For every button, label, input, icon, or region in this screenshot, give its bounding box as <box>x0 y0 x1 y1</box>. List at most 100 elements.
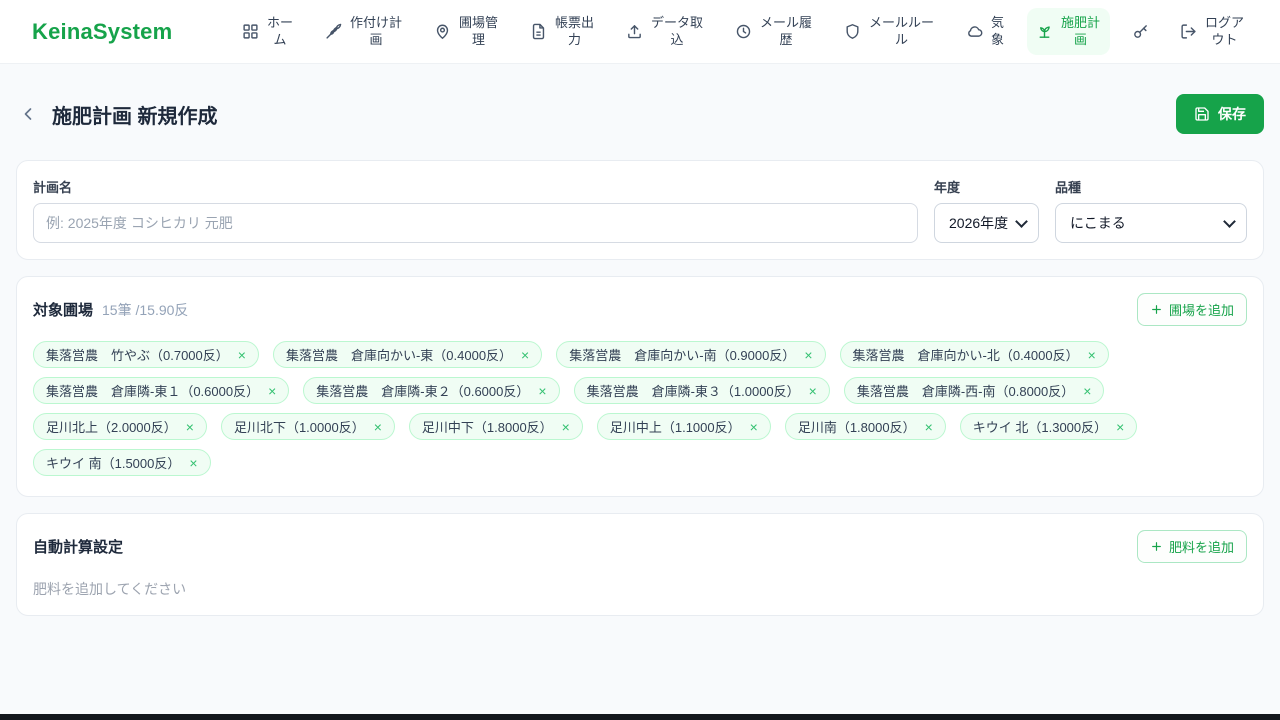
nav-item-field-management[interactable]: 圃場管理 <box>425 8 508 55</box>
remove-field-icon[interactable]: × <box>268 384 276 398</box>
grid-icon <box>242 23 259 40</box>
field-tag: 集落営農 倉庫向かい-北（0.4000反） × <box>839 341 1109 368</box>
field-tag-label: 足川南（1.8000反） <box>797 420 916 435</box>
add-field-label: 圃場を追加 <box>1168 303 1234 318</box>
fields-count: 15筆 /15.90反 <box>102 301 189 318</box>
remove-field-icon[interactable]: × <box>521 348 529 362</box>
nav-item-data-import[interactable]: データ取込 <box>617 8 713 55</box>
back-button[interactable] <box>18 104 38 124</box>
nav-label: ログアウト <box>1204 15 1244 47</box>
wheat-icon <box>325 23 342 40</box>
field-tag: 足川中下（1.8000反） × <box>408 413 583 440</box>
year-select[interactable]: 2026年度 <box>934 203 1039 243</box>
shield-icon <box>844 23 861 40</box>
nav-item-weather[interactable]: 気象 <box>957 8 1014 55</box>
add-fertilizer-label: 肥料を追加 <box>1168 540 1234 555</box>
app-logo: KeinaSystem <box>32 18 173 44</box>
nav-label: データ取込 <box>650 15 703 47</box>
field-tag-label: 足川中上（1.1000反） <box>609 420 741 435</box>
nav-item-mail-history[interactable]: メール履歴 <box>726 8 822 55</box>
nav-label: 施肥計画 <box>1060 15 1100 47</box>
remove-field-icon[interactable]: × <box>1088 348 1096 362</box>
map-pin-icon <box>434 23 451 40</box>
save-button[interactable]: 保存 <box>1176 94 1264 134</box>
sprout-icon <box>1036 23 1053 40</box>
add-fertilizer-button[interactable]: 肥料を追加 <box>1136 530 1247 563</box>
field-tag-label: 集落営農 倉庫隣-東１（0.6000反） <box>46 384 260 399</box>
remove-field-icon[interactable]: × <box>750 420 758 434</box>
field-tag: 集落営農 倉庫隣-西-南（0.8000反） × <box>843 377 1105 404</box>
nav-item-home[interactable]: ホーム <box>233 8 303 55</box>
upload-icon <box>626 23 643 40</box>
remove-field-icon[interactable]: × <box>1116 420 1124 434</box>
year-select-wrap: 2026年度 <box>934 203 1039 243</box>
nav-label: 気象 <box>990 15 1004 47</box>
history-clock-icon <box>735 23 752 40</box>
field-tag-label: 足川中下（1.8000反） <box>421 420 553 435</box>
bottom-edge-bar <box>0 714 1280 720</box>
nav-label: メールルール <box>868 15 934 47</box>
remove-field-icon[interactable]: × <box>189 456 197 470</box>
nav-item-mail-rules[interactable]: メールルール <box>835 8 944 55</box>
field-tag-label: 集落営農 竹やぶ（0.7000反） <box>46 348 229 363</box>
field-tag: 集落営農 倉庫隣-東３（1.0000反） × <box>573 377 830 404</box>
field-tag-label: 集落営農 倉庫向かい-北（0.4000反） <box>852 348 1079 363</box>
nav-item-fertilization-plan[interactable]: 施肥計画 <box>1027 8 1110 55</box>
field-tag: 足川中上（1.1000反） × <box>596 413 771 440</box>
nav-item-logout[interactable]: ログアウト <box>1171 8 1254 55</box>
plan-name-label: 計画名 <box>33 180 73 195</box>
field-tag-label: 足川北下（1.0000反） <box>233 420 365 435</box>
chevron-left-icon <box>18 104 38 124</box>
nav-label: 帳票出力 <box>554 15 594 47</box>
remove-field-icon[interactable]: × <box>186 420 194 434</box>
remove-field-icon[interactable]: × <box>804 348 812 362</box>
plan-name-input[interactable] <box>33 203 918 243</box>
main-nav: ホーム 作付け計画 圃場管理 帳票出力 データ取込 メール履歴 メールルール 気… <box>233 8 1254 55</box>
field-tag-label: 集落営農 倉庫隣-東３（1.0000反） <box>586 384 800 399</box>
nav-item-report-output[interactable]: 帳票出力 <box>521 8 604 55</box>
save-button-label: 保存 <box>1218 106 1246 122</box>
top-nav-bar: KeinaSystem ホーム 作付け計画 圃場管理 帳票出力 データ取込 メー… <box>0 0 1280 64</box>
remove-field-icon[interactable]: × <box>562 420 570 434</box>
nav-label: メール履歴 <box>759 15 812 47</box>
field-tag: 集落営農 倉庫向かい-東（0.4000反） × <box>272 341 543 368</box>
field-tag-label: 集落営農 倉庫隣-東２（0.6000反） <box>316 384 530 399</box>
field-tag: 足川南（1.8000反） × <box>784 413 946 440</box>
field-tag: 足川北上（2.0000反） × <box>33 413 207 440</box>
main-content: 施肥計画 新規作成 保存 計画名 年度 2026年度 <box>0 94 1280 616</box>
plus-icon <box>1150 540 1163 553</box>
field-tag: 集落営農 竹やぶ（0.7000反） × <box>33 341 259 368</box>
nav-item-planting-plan[interactable]: 作付け計画 <box>316 8 412 55</box>
remove-field-icon[interactable]: × <box>374 420 382 434</box>
field-tag-label: キウイ 北（1.3000反） <box>972 420 1108 435</box>
remove-field-icon[interactable]: × <box>238 348 246 362</box>
year-label: 年度 <box>934 180 961 195</box>
target-fields-card: 対象圃場 15筆 /15.90反 圃場を追加 集落営農 竹やぶ（0.7000反）… <box>16 276 1264 497</box>
field-tag: 集落営農 倉庫向かい-南（0.9000反） × <box>556 341 826 368</box>
cloud-icon <box>966 23 983 40</box>
field-tag-label: 集落営農 倉庫向かい-南（0.9000反） <box>569 348 796 363</box>
save-icon <box>1194 106 1210 122</box>
add-field-button[interactable]: 圃場を追加 <box>1136 293 1247 326</box>
fertilizer-empty-text: 肥料を追加してください <box>33 581 187 597</box>
variety-label: 品種 <box>1055 180 1082 195</box>
nav-item-api-key[interactable] <box>1123 16 1158 47</box>
nav-label: ホーム <box>266 15 293 47</box>
variety-select-wrap: にこまる <box>1055 203 1247 243</box>
field-tag-label: 集落営農 倉庫隣-西-南（0.8000反） <box>856 384 1075 399</box>
remove-field-icon[interactable]: × <box>1083 384 1091 398</box>
remove-field-icon[interactable]: × <box>809 384 817 398</box>
field-tag: 集落営農 倉庫隣-東１（0.6000反） × <box>33 377 290 404</box>
page-title: 施肥計画 新規作成 <box>52 105 218 128</box>
document-icon <box>530 23 547 40</box>
nav-label: 作付け計画 <box>349 15 402 47</box>
nav-label: 圃場管理 <box>458 15 498 47</box>
target-fields-title: 対象圃場 <box>33 302 94 319</box>
key-icon <box>1132 23 1149 40</box>
field-tag: キウイ 南（1.5000反） × <box>33 449 211 476</box>
page-header: 施肥計画 新規作成 保存 <box>16 94 1264 134</box>
remove-field-icon[interactable]: × <box>925 420 933 434</box>
field-tag-label: 集落営農 倉庫向かい-東（0.4000反） <box>285 348 513 363</box>
remove-field-icon[interactable]: × <box>538 384 546 398</box>
variety-select[interactable]: にこまる <box>1055 203 1247 243</box>
